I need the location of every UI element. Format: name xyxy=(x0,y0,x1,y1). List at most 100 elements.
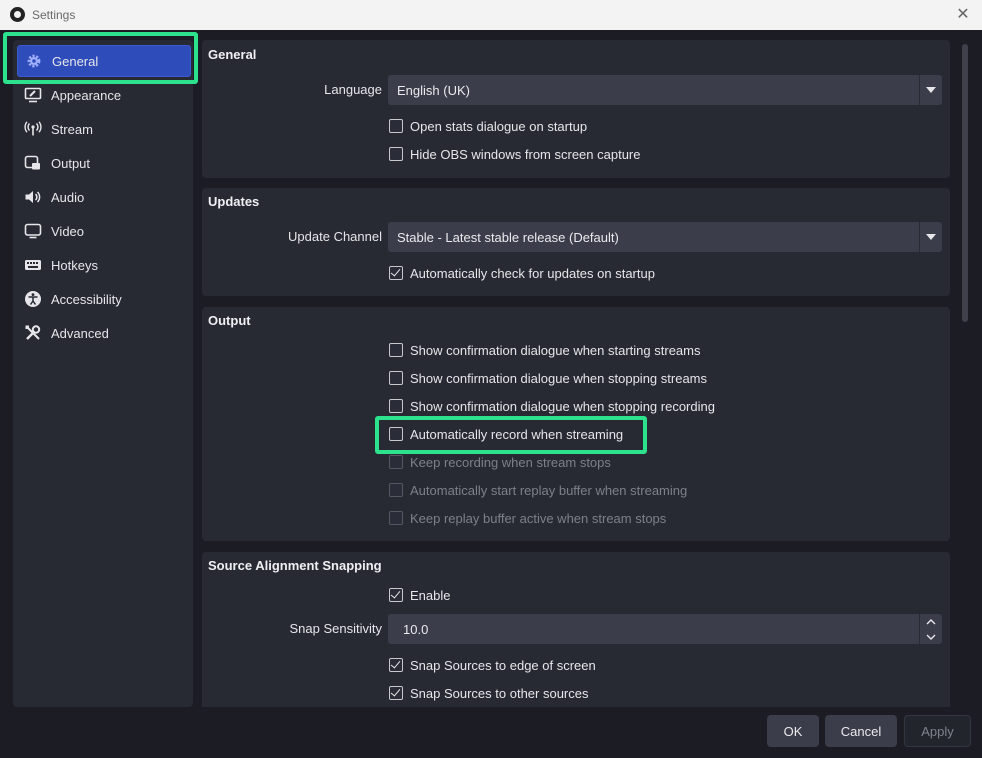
sidebar-item-label: Advanced xyxy=(51,325,109,341)
sidebar-item-label: Audio xyxy=(51,189,85,205)
speaker-icon xyxy=(23,187,43,207)
checkbox-label: Keep replay buffer active when stream st… xyxy=(410,510,667,526)
checkbox-label: Hide OBS windows from screen capture xyxy=(410,146,641,162)
spinbox-buttons xyxy=(919,614,942,644)
checkbox-label: Automatically record when streaming xyxy=(410,426,624,442)
checkbox-box xyxy=(389,147,403,161)
keep-replay-buffer-checkbox: Keep replay buffer active when stream st… xyxy=(389,509,666,527)
sidebar-item-label: Output xyxy=(51,155,91,171)
obs-logo-icon xyxy=(10,7,25,22)
window-title: Settings xyxy=(32,8,76,22)
cancel-button[interactable]: Cancel xyxy=(825,715,897,747)
wrench-icon xyxy=(23,323,43,343)
checkbox-label: Keep recording when stream stops xyxy=(410,454,611,470)
sidebar-item-hotkeys[interactable]: Hotkeys xyxy=(17,250,189,280)
auto-record-streaming-checkbox[interactable]: Automatically record when streaming xyxy=(389,425,623,443)
updates-group: Updates Update Channel Stable - Latest s… xyxy=(202,188,950,296)
gear-icon xyxy=(24,51,44,71)
output-group: Output Show confirmation dialogue when s… xyxy=(202,307,950,541)
checkbox-box xyxy=(389,686,403,700)
group-title-updates: Updates xyxy=(208,194,260,209)
apply-button[interactable]: Apply xyxy=(904,715,971,747)
accessibility-icon xyxy=(23,289,43,309)
confirm-stop-stream-checkbox[interactable]: Show confirmation dialogue when stopping… xyxy=(389,369,707,387)
checkbox-box xyxy=(389,371,403,385)
snap-sources-checkbox[interactable]: Snap Sources to other sources xyxy=(389,684,589,702)
confirm-stop-recording-checkbox[interactable]: Show confirmation dialogue when stopping… xyxy=(389,397,715,415)
group-title-snapping: Source Alignment Snapping xyxy=(208,558,382,573)
keep-recording-checkbox: Keep recording when stream stops xyxy=(389,453,611,471)
checkbox-box xyxy=(389,343,403,357)
group-title-output: Output xyxy=(208,313,251,328)
group-title-general: General xyxy=(208,47,257,62)
sidebar-item-label: Hotkeys xyxy=(51,257,98,273)
checkbox-label: Automatically start replay buffer when s… xyxy=(410,482,688,498)
checkbox-label: Enable xyxy=(410,587,451,603)
keyboard-icon xyxy=(23,255,43,275)
snapping-group: Source Alignment Snapping Enable Snap Se… xyxy=(202,552,950,707)
scrollbar-thumb[interactable] xyxy=(962,44,968,322)
checkbox-label: Show confirmation dialogue when stopping… xyxy=(410,398,715,414)
update-channel-label: Update Channel xyxy=(288,229,382,244)
chevron-down-icon[interactable] xyxy=(919,75,942,105)
language-label: Language xyxy=(324,82,382,97)
checkbox-label: Show confirmation dialogue when stopping… xyxy=(410,370,708,386)
checkbox-label: Automatically check for updates on start… xyxy=(410,265,655,281)
settings-sidebar: General Appearance Stream Output Audio V… xyxy=(13,40,193,707)
title-bar: Settings ✕ xyxy=(0,0,982,30)
update-channel-select[interactable]: Stable - Latest stable release (Default) xyxy=(388,222,942,252)
checkbox-label: Snap Sources to other sources xyxy=(410,685,589,701)
sidebar-item-audio[interactable]: Audio xyxy=(17,182,189,212)
sidebar-item-appearance[interactable]: Appearance xyxy=(17,80,189,110)
confirm-start-stream-checkbox[interactable]: Show confirmation dialogue when starting… xyxy=(389,341,700,359)
vertical-scrollbar[interactable] xyxy=(959,40,971,707)
checkbox-box xyxy=(389,427,403,441)
checkbox-box xyxy=(389,399,403,413)
open-stats-checkbox[interactable]: Open stats dialogue on startup xyxy=(389,117,587,135)
left-edge xyxy=(0,30,3,758)
antenna-icon xyxy=(23,119,43,139)
snap-sensitivity-spinbox[interactable]: 10.0 xyxy=(388,614,942,644)
checkbox-box xyxy=(389,119,403,133)
general-group: General Language English (UK) Open stats… xyxy=(202,40,950,178)
checkbox-box xyxy=(389,455,403,469)
ok-button[interactable]: OK xyxy=(767,715,819,747)
sidebar-item-output[interactable]: Output xyxy=(17,148,189,178)
hide-obs-checkbox[interactable]: Hide OBS windows from screen capture xyxy=(389,145,640,163)
checkbox-box xyxy=(389,588,403,602)
chevron-down-icon[interactable] xyxy=(920,629,942,644)
update-channel-value: Stable - Latest stable release (Default) xyxy=(397,230,619,245)
sidebar-item-label: Stream xyxy=(51,121,93,137)
auto-replay-buffer-checkbox: Automatically start replay buffer when s… xyxy=(389,481,687,499)
sidebar-item-advanced[interactable]: Advanced xyxy=(17,318,189,348)
sidebar-item-label: General xyxy=(52,53,99,69)
sidebar-item-label: Video xyxy=(51,223,85,239)
sidebar-item-general[interactable]: General xyxy=(17,45,191,77)
checkbox-label: Open stats dialogue on startup xyxy=(410,118,588,134)
appearance-icon xyxy=(23,85,43,105)
snap-sensitivity-value: 10.0 xyxy=(403,622,429,637)
checkbox-box xyxy=(389,511,403,525)
close-icon[interactable]: ✕ xyxy=(952,4,974,26)
language-value: English (UK) xyxy=(397,83,470,98)
sidebar-item-label: Appearance xyxy=(51,87,122,103)
output-icon xyxy=(23,153,43,173)
chevron-up-icon[interactable] xyxy=(920,614,942,629)
chevron-down-icon[interactable] xyxy=(919,222,942,252)
auto-check-updates-checkbox[interactable]: Automatically check for updates on start… xyxy=(389,264,655,282)
snap-edge-checkbox[interactable]: Snap Sources to edge of screen xyxy=(389,656,596,674)
snapping-enable-checkbox[interactable]: Enable xyxy=(389,586,450,604)
snap-sensitivity-label: Snap Sensitivity xyxy=(289,621,383,636)
checkbox-box xyxy=(389,266,403,280)
language-select[interactable]: English (UK) xyxy=(388,75,942,105)
checkbox-box xyxy=(389,658,403,672)
settings-content: General Language English (UK) Open stats… xyxy=(201,40,951,707)
monitor-icon xyxy=(23,221,43,241)
sidebar-item-stream[interactable]: Stream xyxy=(17,114,189,144)
checkbox-box xyxy=(389,483,403,497)
sidebar-item-video[interactable]: Video xyxy=(17,216,189,246)
checkbox-label: Snap Sources to edge of screen xyxy=(410,657,596,673)
sidebar-item-label: Accessibility xyxy=(51,291,122,307)
sidebar-item-accessibility[interactable]: Accessibility xyxy=(17,284,189,314)
checkbox-label: Show confirmation dialogue when starting… xyxy=(410,342,701,358)
